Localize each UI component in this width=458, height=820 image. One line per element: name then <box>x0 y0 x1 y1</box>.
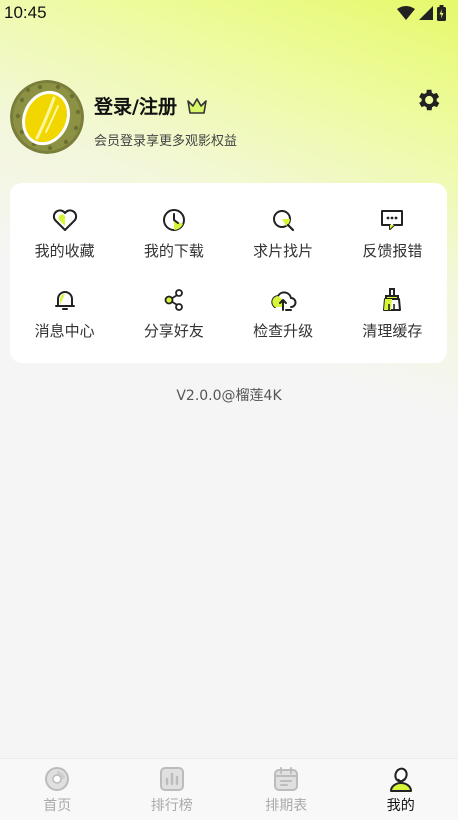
version-text: V2.0.0@榴莲4K <box>176 388 282 404</box>
menu-card: 我的收藏 我的下载 求片找片 反馈报错 消息中心 分享好友 检查升级 清理缓存 <box>10 183 447 363</box>
broom-icon <box>383 287 402 311</box>
menu-label: 消息中心 <box>34 321 95 340</box>
profile-section: 登录/注册 会员登录享更多观影权益 <box>10 80 450 160</box>
menu-item-clear-cache[interactable]: 清理缓存 <box>338 273 447 353</box>
login-register-link[interactable]: 登录/注册 <box>94 92 177 119</box>
bell-icon <box>54 290 75 310</box>
settings-gear-icon[interactable] <box>414 86 442 114</box>
menu-label: 分享好友 <box>143 321 204 340</box>
menu-item-request[interactable]: 求片找片 <box>229 193 338 273</box>
status-icons <box>397 5 446 21</box>
calendar-icon <box>274 766 299 791</box>
menu-item-feedback[interactable]: 反馈报错 <box>338 193 447 273</box>
chart-icon <box>159 766 184 791</box>
nav-label: 我的 <box>386 797 415 814</box>
profile-icon <box>389 767 412 792</box>
menu-item-update[interactable]: 检查升级 <box>229 273 338 353</box>
bottom-nav: 首页 排行榜 排期表 我的 <box>0 758 458 820</box>
avatar[interactable] <box>10 80 84 154</box>
share-icon <box>164 288 183 311</box>
username-row: 登录/注册 <box>94 92 207 119</box>
nav-ranking[interactable]: 排行榜 <box>115 759 230 820</box>
wifi-icon <box>397 6 415 20</box>
signal-icon <box>419 6 433 20</box>
menu-label: 反馈报错 <box>362 241 423 260</box>
upload-cloud-icon <box>271 290 297 311</box>
durian-logo-icon <box>10 80 84 154</box>
nav-label: 排行榜 <box>150 797 193 814</box>
home-icon <box>45 766 70 791</box>
battery-icon <box>437 5 446 21</box>
nav-mine[interactable]: 我的 <box>344 759 458 820</box>
menu-label: 我的收藏 <box>34 241 95 260</box>
nav-schedule[interactable]: 排期表 <box>229 759 344 820</box>
search-icon <box>273 209 295 231</box>
heart-icon <box>52 208 77 231</box>
crown-icon <box>187 97 207 114</box>
menu-label: 求片找片 <box>253 241 314 260</box>
nav-label: 首页 <box>43 797 72 814</box>
download-clock-icon <box>162 208 185 231</box>
nav-label: 排期表 <box>265 797 308 814</box>
menu-label: 清理缓存 <box>362 321 423 340</box>
menu-item-share[interactable]: 分享好友 <box>119 273 228 353</box>
menu-item-favorites[interactable]: 我的收藏 <box>10 193 119 273</box>
menu-item-messages[interactable]: 消息中心 <box>10 273 119 353</box>
status-time: 10:45 <box>4 3 47 22</box>
menu-label: 我的下载 <box>143 241 204 260</box>
status-bar: 10:45 <box>0 0 458 26</box>
profile-subtitle: 会员登录享更多观影权益 <box>94 134 238 149</box>
message-icon <box>381 209 404 230</box>
nav-home[interactable]: 首页 <box>0 759 115 820</box>
menu-label: 检查升级 <box>253 321 314 340</box>
menu-item-downloads[interactable]: 我的下载 <box>119 193 228 273</box>
